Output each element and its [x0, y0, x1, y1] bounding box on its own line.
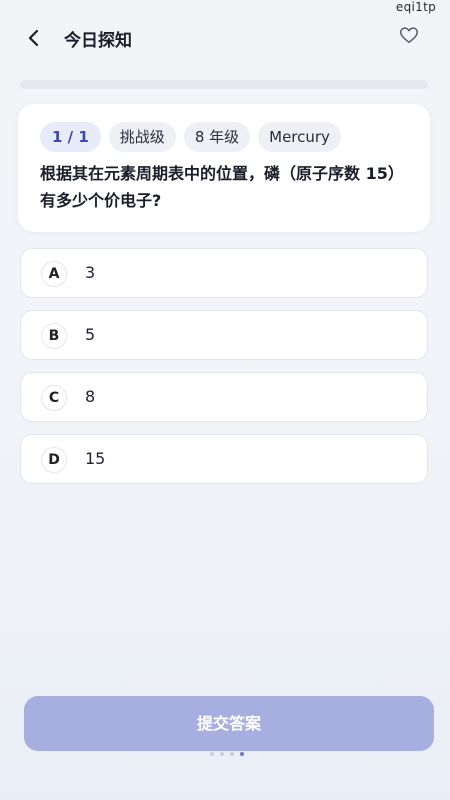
page-dot-active — [240, 752, 244, 756]
question-tags: 1 / 1 挑战级 8 年级 Mercury — [40, 122, 341, 152]
option-text: 8 — [85, 387, 96, 406]
option-d[interactable]: D 15 — [20, 434, 428, 484]
option-c[interactable]: C 8 — [20, 372, 428, 422]
page-dot — [230, 752, 234, 756]
progress-bar — [20, 80, 428, 89]
question-card: 1 / 1 挑战级 8 年级 Mercury 根据其在元素周期表中的位置，磷（原… — [18, 104, 430, 232]
option-b[interactable]: B 5 — [20, 310, 428, 360]
difficulty-badge: 挑战级 — [108, 122, 176, 152]
subject-badge: Mercury — [258, 122, 341, 152]
page-title: 今日探知 — [64, 31, 132, 51]
page-dot — [210, 752, 214, 756]
top-bar: 今日探知 — [0, 18, 450, 58]
heart-icon[interactable] — [398, 24, 420, 46]
page-indicator — [210, 752, 244, 756]
page-dot — [220, 752, 224, 756]
option-text: 5 — [85, 325, 96, 344]
option-letter: D — [41, 447, 67, 473]
option-letter: B — [41, 323, 67, 349]
chevron-left-icon[interactable] — [22, 26, 46, 50]
option-text: 15 — [85, 449, 106, 468]
option-text: 3 — [85, 263, 96, 282]
option-letter: C — [41, 385, 67, 411]
grade-badge: 8 年级 — [183, 122, 251, 152]
option-a[interactable]: A 3 — [20, 248, 428, 298]
question-text: 根据其在元素周期表中的位置，磷（原子序数 15）有多少个价电子? — [40, 164, 404, 210]
progress-fill — [20, 80, 428, 89]
question-counter-badge: 1 / 1 — [40, 122, 101, 152]
submit-answer-button[interactable]: 提交答案 — [24, 696, 434, 751]
option-letter: A — [41, 261, 67, 287]
watermark-text: eqi1tp — [395, 0, 436, 14]
